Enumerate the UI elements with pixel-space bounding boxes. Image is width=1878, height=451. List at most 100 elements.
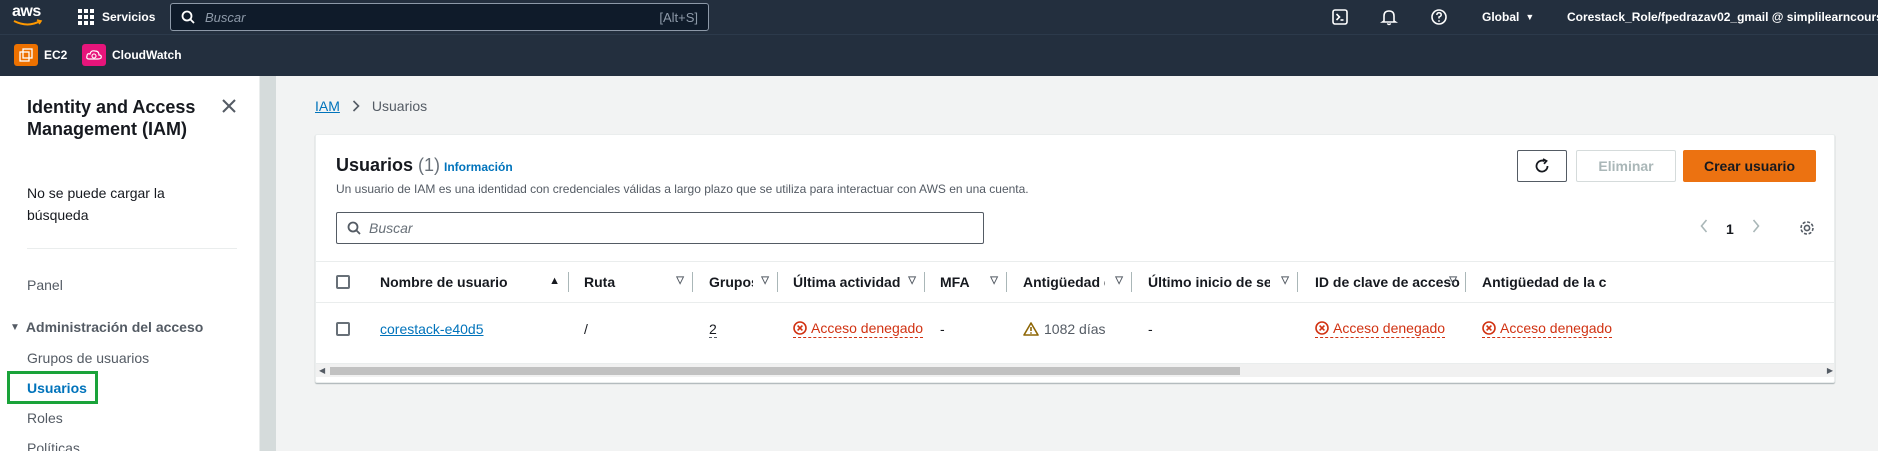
breadcrumb-current: Usuarios bbox=[371, 98, 428, 114]
refresh-icon bbox=[1535, 158, 1549, 173]
sort-icon: ▽ bbox=[761, 275, 769, 286]
cell-groups: 2 bbox=[709, 303, 777, 355]
username-link[interactable]: corestack-e40d5 bbox=[380, 321, 484, 337]
sidebar-item-panel[interactable]: Panel bbox=[27, 277, 63, 293]
column-separator[interactable] bbox=[1131, 272, 1132, 292]
sort-icon: ▽ bbox=[990, 275, 998, 286]
column-separator[interactable] bbox=[924, 272, 925, 292]
ec2-icon bbox=[14, 44, 38, 66]
sidebar-item-user-groups[interactable]: Grupos de usuarios bbox=[27, 350, 149, 366]
column-separator[interactable] bbox=[692, 272, 693, 292]
favorite-label: EC2 bbox=[44, 48, 68, 62]
column-separator[interactable] bbox=[1006, 272, 1007, 292]
sidebar-item-policies[interactable]: Políticas bbox=[27, 440, 80, 451]
global-search-input[interactable]: Buscar [Alt+S] bbox=[170, 3, 709, 31]
column-header-label: Nombre de usuario bbox=[380, 274, 508, 290]
favorite-ec2[interactable]: EC2 bbox=[14, 44, 67, 66]
column-separator[interactable] bbox=[777, 272, 778, 292]
close-icon[interactable] bbox=[221, 98, 237, 114]
user-count: (1) bbox=[418, 155, 441, 175]
create-user-button[interactable]: Crear usuario bbox=[1683, 150, 1816, 182]
column-separator[interactable] bbox=[1465, 272, 1466, 292]
caret-down-icon: ▼ bbox=[10, 321, 20, 333]
column-header-mfa[interactable]: MFA ▽ bbox=[940, 262, 1006, 302]
favorite-cloudwatch[interactable]: CloudWatch bbox=[82, 44, 182, 66]
highlight-annotation-box bbox=[7, 371, 98, 404]
sidebar-item-roles[interactable]: Roles bbox=[27, 410, 63, 426]
filter-placeholder: Buscar bbox=[369, 220, 413, 236]
access-denied-status[interactable]: Acceso denegado bbox=[1315, 320, 1446, 338]
breadcrumb-iam-link[interactable]: IAM bbox=[315, 98, 340, 114]
groups-count[interactable]: 2 bbox=[709, 321, 717, 338]
users-table-container: Usuarios (1) Información Un usuario de I… bbox=[315, 134, 1835, 383]
refresh-button[interactable] bbox=[1517, 150, 1567, 182]
users-filter-input[interactable]: Buscar bbox=[336, 212, 984, 244]
grid-menu-icon bbox=[78, 9, 94, 25]
sidebar-section-access-management[interactable]: ▼ Administración del acceso bbox=[10, 319, 203, 335]
column-header-label: Última actividad bbox=[793, 274, 901, 290]
row-checkbox[interactable] bbox=[336, 322, 350, 336]
select-all-checkbox[interactable] bbox=[336, 275, 350, 289]
cell-path: / bbox=[584, 321, 588, 337]
info-link[interactable]: Información bbox=[444, 160, 513, 174]
column-separator[interactable] bbox=[1297, 272, 1298, 292]
top-navigation: aws Servicios Buscar [Alt+S] Global ▼ Co… bbox=[0, 0, 1878, 34]
column-header-path[interactable]: Ruta ▽ bbox=[584, 262, 692, 302]
scroll-left-icon[interactable]: ◀ bbox=[319, 366, 325, 375]
previous-page-icon[interactable] bbox=[1700, 219, 1708, 238]
search-icon bbox=[347, 221, 361, 235]
access-denied-status[interactable]: Acceso denegado bbox=[1482, 320, 1613, 338]
cell-access-key-age: Acceso denegado bbox=[1482, 303, 1834, 355]
page-title: Usuarios (1) bbox=[336, 155, 440, 176]
error-icon bbox=[1315, 321, 1329, 335]
favorite-label: CloudWatch bbox=[112, 48, 182, 62]
notifications-bell-icon[interactable] bbox=[1380, 8, 1398, 26]
password-age-warning: 1082 días bbox=[1023, 321, 1106, 337]
help-icon[interactable] bbox=[1430, 8, 1448, 26]
sort-icon: ▽ bbox=[908, 275, 916, 286]
column-header-password-age[interactable]: Antigüedad de ▽ bbox=[1023, 262, 1131, 302]
column-header-label: Último inicio de sesión bbox=[1148, 274, 1270, 290]
sort-icon: ▽ bbox=[1449, 275, 1457, 286]
column-separator[interactable] bbox=[568, 272, 569, 292]
column-header-last-console-signin[interactable]: Último inicio de sesión ▽ bbox=[1148, 262, 1297, 302]
sidebar-title: Identity and Access Management (IAM) bbox=[27, 97, 196, 139]
access-denied-status[interactable]: Acceso denegado bbox=[793, 320, 924, 338]
account-menu[interactable]: Corestack_Role/fpedrazav02_gmail @ simpl… bbox=[1567, 0, 1878, 34]
region-selector[interactable]: Global ▼ bbox=[1482, 0, 1534, 34]
column-header-access-key-id[interactable]: ID de clave de acceso ▽ bbox=[1315, 262, 1465, 302]
gear-icon[interactable] bbox=[1798, 219, 1816, 237]
status-text: Acceso denegado bbox=[811, 320, 924, 336]
cloudshell-icon[interactable] bbox=[1331, 8, 1349, 26]
services-label: Servicios bbox=[102, 10, 156, 24]
favorites-bar: EC2 CloudWatch bbox=[0, 34, 1878, 76]
column-header-groups[interactable]: Grupos ▽ bbox=[709, 262, 777, 302]
sidebar-scrollbar[interactable] bbox=[260, 76, 276, 451]
sort-icon: ▽ bbox=[1281, 275, 1289, 286]
breadcrumb: IAM Usuarios bbox=[315, 98, 427, 114]
sidebar-section-label: Administración del acceso bbox=[25, 319, 204, 335]
delete-button[interactable]: Eliminar bbox=[1576, 150, 1676, 182]
warning-icon bbox=[1023, 322, 1039, 336]
page-number[interactable]: 1 bbox=[1726, 221, 1734, 237]
cell-username: corestack-e40d5 bbox=[380, 303, 568, 355]
table-header: Nombre de usuario ▲ Ruta ▽ Grupos ▽ Últi… bbox=[316, 261, 1834, 303]
aws-logo[interactable]: aws bbox=[12, 4, 46, 28]
scrollbar-thumb[interactable] bbox=[330, 367, 1240, 375]
column-header-last-activity[interactable]: Última actividad ▽ bbox=[793, 262, 924, 302]
column-header-access-key-age[interactable]: Antigüedad de la c bbox=[1482, 262, 1622, 302]
cell-mfa: - bbox=[940, 321, 945, 337]
table-horizontal-scrollbar[interactable]: ◀ ▶ bbox=[316, 363, 1834, 377]
next-page-icon[interactable] bbox=[1752, 219, 1760, 238]
column-header-label: ID de clave de acceso bbox=[1315, 274, 1460, 290]
cell-last-activity: Acceso denegado bbox=[793, 303, 924, 355]
error-icon bbox=[1482, 321, 1496, 335]
services-menu-button[interactable]: Servicios bbox=[78, 0, 155, 34]
column-header-username[interactable]: Nombre de usuario ▲ bbox=[380, 262, 568, 302]
scroll-right-icon[interactable]: ▶ bbox=[1827, 366, 1833, 375]
caret-down-icon: ▼ bbox=[1525, 12, 1535, 22]
sort-ascending-icon: ▲ bbox=[549, 275, 560, 287]
column-header-label: Antigüedad de la c bbox=[1482, 274, 1607, 290]
password-age-value: 1082 días bbox=[1044, 321, 1106, 337]
column-header-label: MFA bbox=[940, 274, 970, 290]
